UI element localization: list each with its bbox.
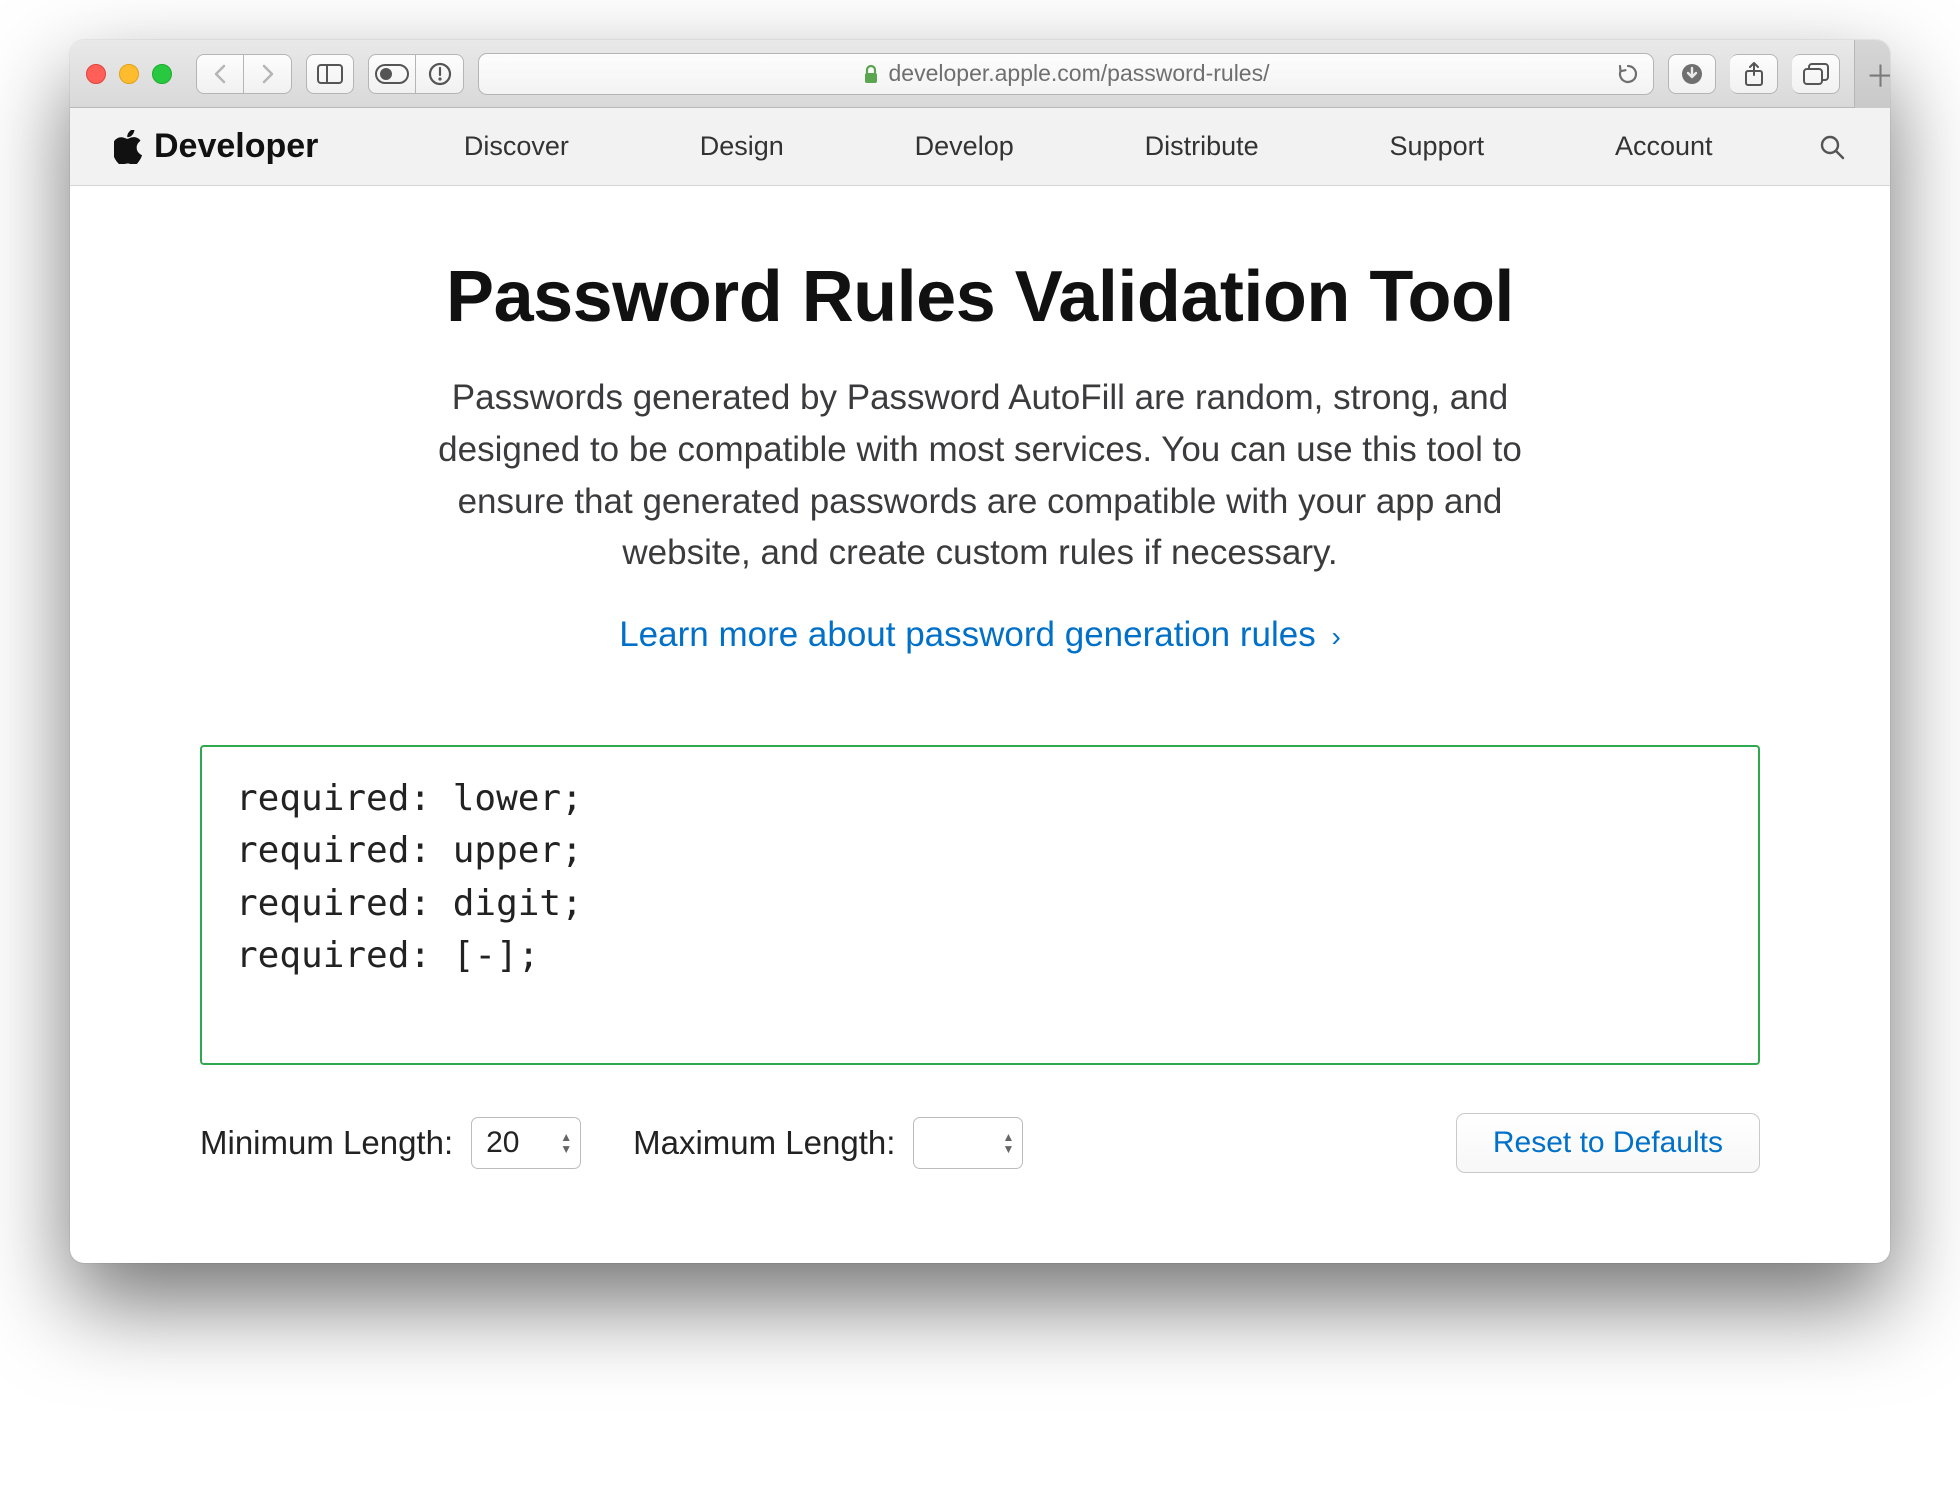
learn-more-link[interactable]: Learn more about password generation rul…	[200, 615, 1760, 655]
nav-distribute[interactable]: Distribute	[1145, 131, 1259, 162]
reload-button[interactable]	[1617, 63, 1639, 85]
forward-button[interactable]	[244, 54, 292, 94]
page-content: Password Rules Validation Tool Passwords…	[70, 186, 1890, 1263]
content-blockers-button[interactable]	[368, 54, 416, 94]
lock-icon	[863, 64, 879, 84]
share-button[interactable]	[1730, 54, 1778, 94]
maximize-window-button[interactable]	[152, 64, 172, 84]
chevron-right-icon: ›	[1331, 621, 1340, 652]
privacy-report-button[interactable]	[416, 54, 464, 94]
tabs-overview-button[interactable]	[1792, 54, 1840, 94]
nav-account[interactable]: Account	[1615, 131, 1713, 162]
minimize-window-button[interactable]	[119, 64, 139, 84]
privacy-group	[368, 54, 464, 94]
page-intro: Passwords generated by Password AutoFill…	[390, 372, 1570, 579]
nav-support[interactable]: Support	[1390, 131, 1485, 162]
rules-textarea[interactable]: required: lower; required: upper; requir…	[200, 745, 1760, 1065]
apple-developer-brand[interactable]: Developer	[114, 127, 318, 166]
sidebar-toggle-button[interactable]	[306, 54, 354, 94]
safari-toolbar: developer.apple.com/password-rules/ ＋	[70, 40, 1890, 108]
stepper-arrows-icon: ▲▼	[1003, 1132, 1015, 1154]
search-icon[interactable]	[1818, 133, 1846, 161]
downloads-button[interactable]	[1668, 54, 1716, 94]
min-length-label: Minimum Length:	[200, 1124, 453, 1162]
max-length-label: Maximum Length:	[633, 1124, 895, 1162]
nav-discover[interactable]: Discover	[464, 131, 569, 162]
brand-text: Developer	[154, 127, 318, 166]
browser-window: developer.apple.com/password-rules/ ＋ De…	[70, 40, 1890, 1263]
page-title: Password Rules Validation Tool	[200, 256, 1760, 338]
min-length-stepper[interactable]: 20 ▲▼	[471, 1117, 581, 1169]
reset-to-defaults-button[interactable]: Reset to Defaults	[1456, 1113, 1760, 1173]
nav-links: Discover Design Develop Distribute Suppo…	[398, 131, 1778, 162]
url-text: developer.apple.com/password-rules/	[889, 60, 1270, 87]
nav-back-forward-group	[196, 54, 292, 94]
address-bar[interactable]: developer.apple.com/password-rules/	[478, 53, 1654, 95]
close-window-button[interactable]	[86, 64, 106, 84]
nav-develop[interactable]: Develop	[915, 131, 1014, 162]
window-controls	[86, 64, 172, 84]
min-length-value: 20	[486, 1126, 519, 1160]
stepper-arrows-icon: ▲▼	[560, 1132, 572, 1154]
learn-more-text: Learn more about password generation rul…	[619, 615, 1316, 654]
apple-logo-icon	[114, 130, 144, 164]
back-button[interactable]	[196, 54, 244, 94]
developer-nav: Developer Discover Design Develop Distri…	[70, 108, 1890, 186]
new-tab-button[interactable]: ＋	[1854, 40, 1890, 108]
max-length-stepper[interactable]: ▲▼	[913, 1117, 1023, 1169]
nav-design[interactable]: Design	[700, 131, 784, 162]
length-controls: Minimum Length: 20 ▲▼ Maximum Length: ▲▼…	[200, 1113, 1760, 1173]
